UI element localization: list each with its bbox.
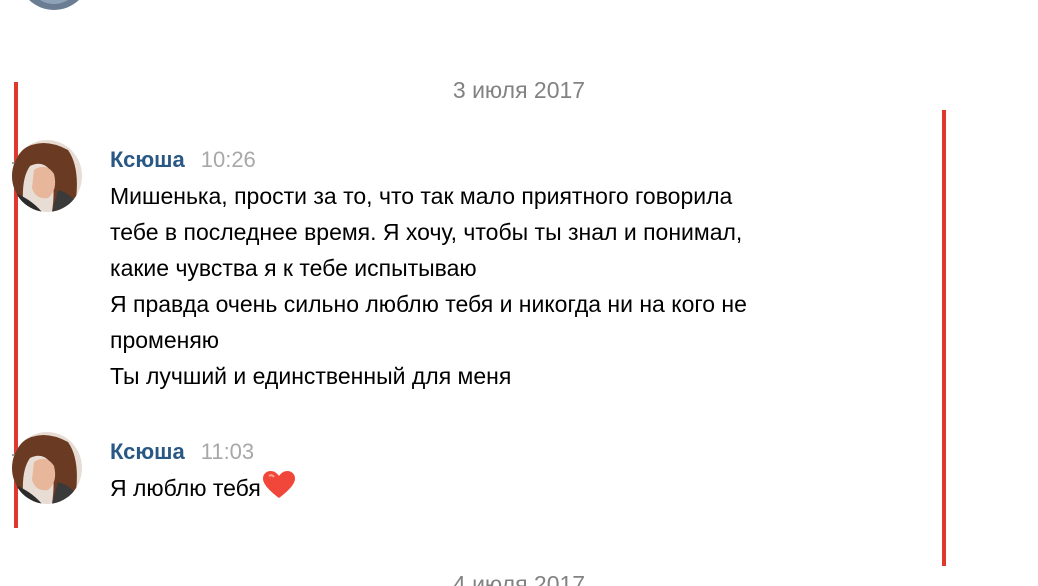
date-separator: 4 июля 2017 — [452, 571, 586, 586]
selection-bar-right — [942, 110, 946, 566]
message-line: Ты лучший и единственный для меня — [110, 363, 512, 389]
message-header: Ксюша 11:03 — [110, 438, 254, 466]
chat-history: 3 июля 2017 Ксюша 10:26 Мишенька, прости… — [0, 0, 1038, 586]
avatar[interactable] — [18, 0, 90, 10]
avatar[interactable] — [12, 140, 82, 212]
message-line: Мишенька, прости за то, что так мало при… — [110, 183, 733, 209]
message-line: Я люблю тебя — [110, 470, 295, 509]
date-separator: 3 июля 2017 — [452, 77, 586, 103]
message-header: Ксюша 10:26 — [110, 146, 256, 174]
message-text: Мишенька, прости за то, что так мало при… — [110, 178, 747, 394]
message-line: тебе в последнее время. Я хочу, чтобы ты… — [110, 219, 743, 245]
message-time[interactable]: 10:26 — [201, 146, 256, 174]
message-time[interactable]: 11:03 — [201, 438, 254, 466]
heart-icon — [262, 471, 295, 509]
message-line: Я правда очень сильно люблю тебя и никог… — [110, 291, 747, 317]
message-line: променяю — [110, 327, 220, 353]
message-text: Я люблю тебя — [110, 470, 295, 509]
avatar[interactable] — [12, 432, 82, 504]
message-line-text: Я люблю тебя — [110, 475, 261, 501]
author-name[interactable]: Ксюша — [110, 146, 185, 174]
message-line: какие чувства я к тебе испытываю — [110, 255, 477, 281]
author-name[interactable]: Ксюша — [110, 438, 185, 466]
